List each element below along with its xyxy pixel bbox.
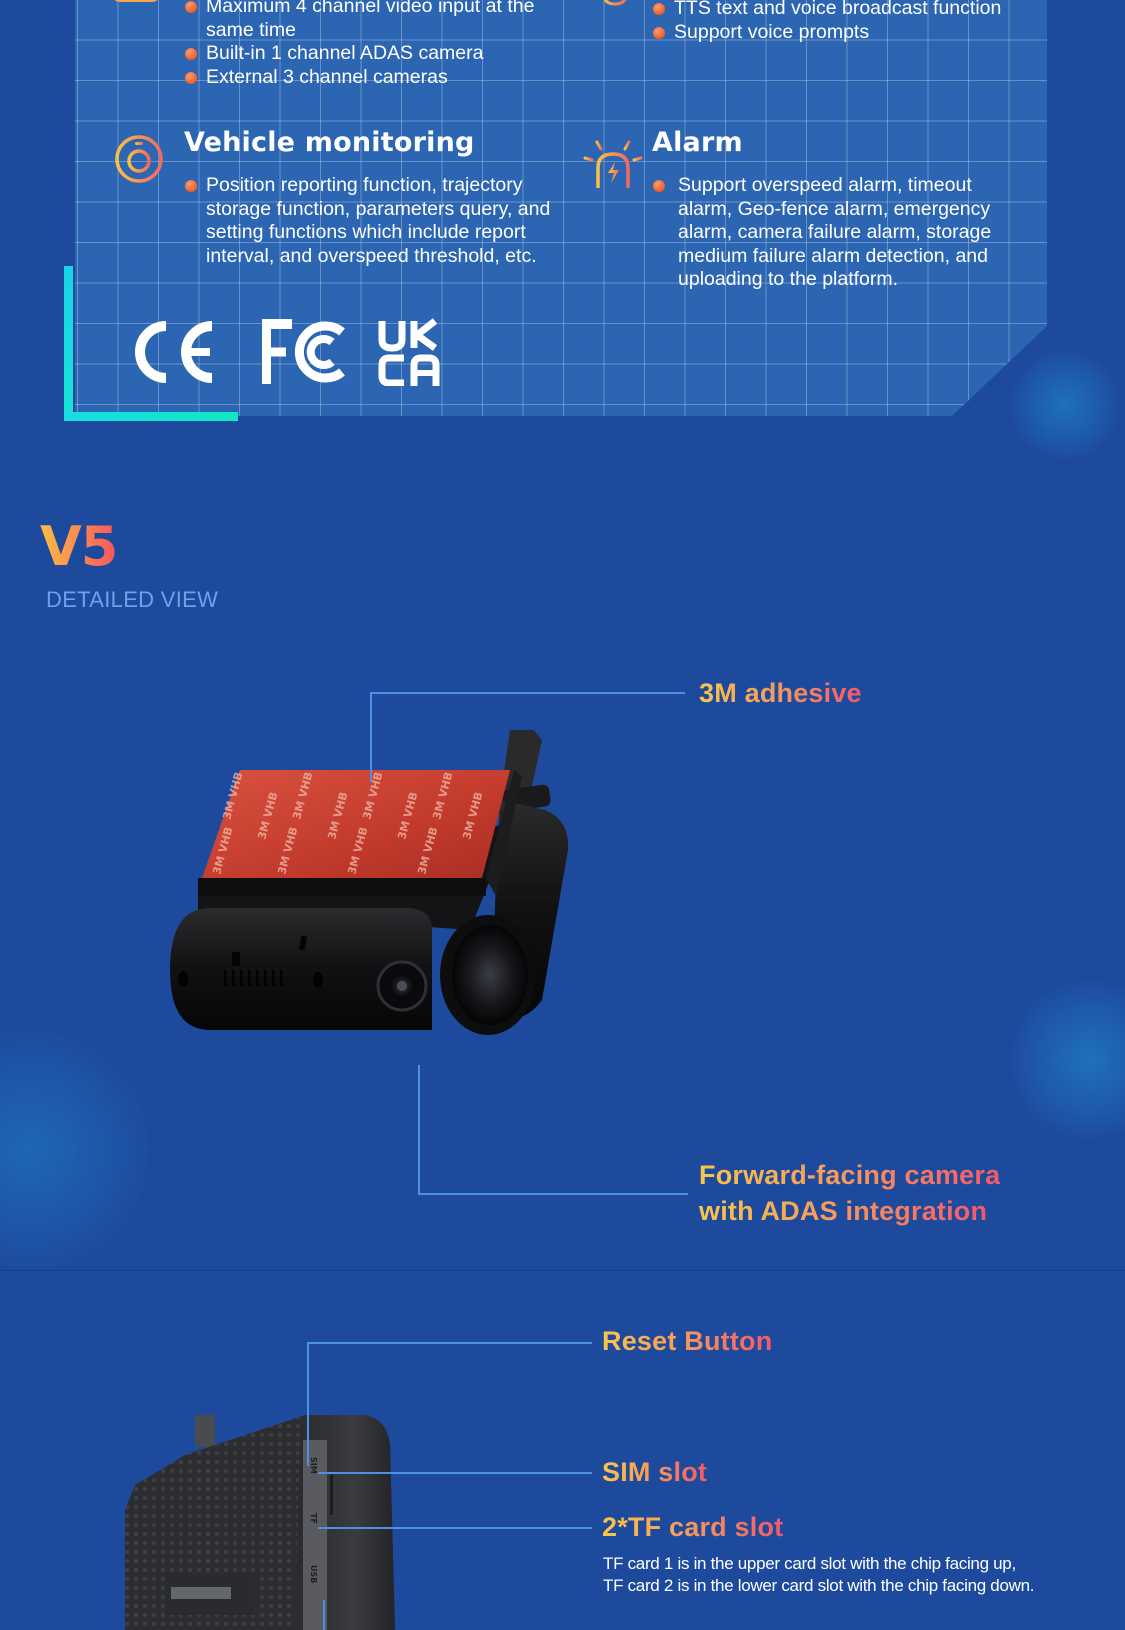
- microphone-icon: [598, 0, 632, 16]
- tf-card-note-1: TF card 1 is in the upper card slot with…: [603, 1554, 1016, 1573]
- svg-text:TF: TF: [309, 1513, 318, 1524]
- background-glow: [1010, 980, 1125, 1140]
- list-item: Position reporting function, trajectory …: [185, 174, 565, 268]
- bullet-icon: [185, 1, 197, 13]
- callout-line: [307, 1342, 309, 1466]
- video-feature-list: Maximum 4 channel video input at the sam…: [185, 0, 555, 89]
- callout-line: [370, 692, 372, 782]
- callout-line: [307, 1342, 592, 1344]
- list-item: Maximum 4 channel video input at the sam…: [185, 0, 555, 42]
- camera-callout-line2: with ADAS integration: [699, 1193, 987, 1229]
- svg-text:USB: USB: [309, 1565, 318, 1583]
- list-item: TTS text and voice broadcast function: [653, 0, 1033, 21]
- callout-line: [418, 1065, 420, 1193]
- callout-line: [318, 1472, 592, 1474]
- adhesive-callout: 3M adhesive: [699, 675, 862, 711]
- product-title: V5: [40, 515, 118, 578]
- bullet-icon: [653, 180, 665, 192]
- bullet-icon: [653, 26, 665, 39]
- list-item: Support overspeed alarm, timeout alarm, …: [653, 174, 1013, 292]
- tf-card-note-2: TF card 2 is in the lower card slot with…: [603, 1576, 1035, 1595]
- svg-text:SIM: SIM: [309, 1457, 318, 1474]
- background-glow: [1010, 350, 1120, 460]
- callout-line: [318, 1527, 592, 1529]
- corner-accent: [64, 266, 73, 421]
- vehicle-monitoring-title: Vehicle monitoring: [184, 127, 475, 158]
- fcc-certification-icon: [261, 318, 346, 386]
- sim-slot-callout: SIM slot: [602, 1454, 707, 1490]
- list-item: External 3 channel cameras: [185, 66, 555, 90]
- ce-certification-icon: [132, 318, 216, 386]
- dashcam-product-image: 3M VHB 3M VHB 3M VHB 3M VHB 3M VHB 3M VH…: [170, 728, 600, 1065]
- bullet-icon: [653, 3, 665, 15]
- bullet-icon: [185, 48, 197, 60]
- siren-alarm-icon: [582, 134, 644, 196]
- alarm-title: Alarm: [652, 127, 743, 158]
- alarm-list: Support overspeed alarm, timeout alarm, …: [653, 174, 1013, 292]
- callout-line: [323, 1600, 325, 1630]
- list-item: Support voice prompts: [653, 21, 1033, 45]
- callout-line: [370, 692, 685, 694]
- webcam-icon: [113, 133, 165, 197]
- video-camera-icon: [112, 0, 160, 2]
- tf-card-slot-callout: 2*TF card slot: [602, 1509, 783, 1545]
- reset-button-callout: Reset Button: [602, 1323, 772, 1359]
- vehicle-monitoring-list: Position reporting function, trajectory …: [185, 174, 565, 268]
- corner-accent: [64, 412, 238, 421]
- camera-callout-line1: Forward-facing camera: [699, 1157, 1000, 1193]
- voice-feature-list: TTS text and voice broadcast function Su…: [653, 0, 1033, 44]
- section-subtitle: DETAILED VIEW: [46, 587, 219, 612]
- ukca-certification-icon: [377, 318, 441, 387]
- bullet-icon: [185, 180, 197, 192]
- device-side-product-image: SIM TF USB: [125, 1415, 415, 1630]
- bullet-icon: [185, 71, 197, 84]
- section-divider: [0, 1270, 1125, 1271]
- list-item: Built-in 1 channel ADAS camera: [185, 42, 555, 66]
- callout-line: [418, 1193, 688, 1195]
- background-glow: [0, 1030, 150, 1270]
